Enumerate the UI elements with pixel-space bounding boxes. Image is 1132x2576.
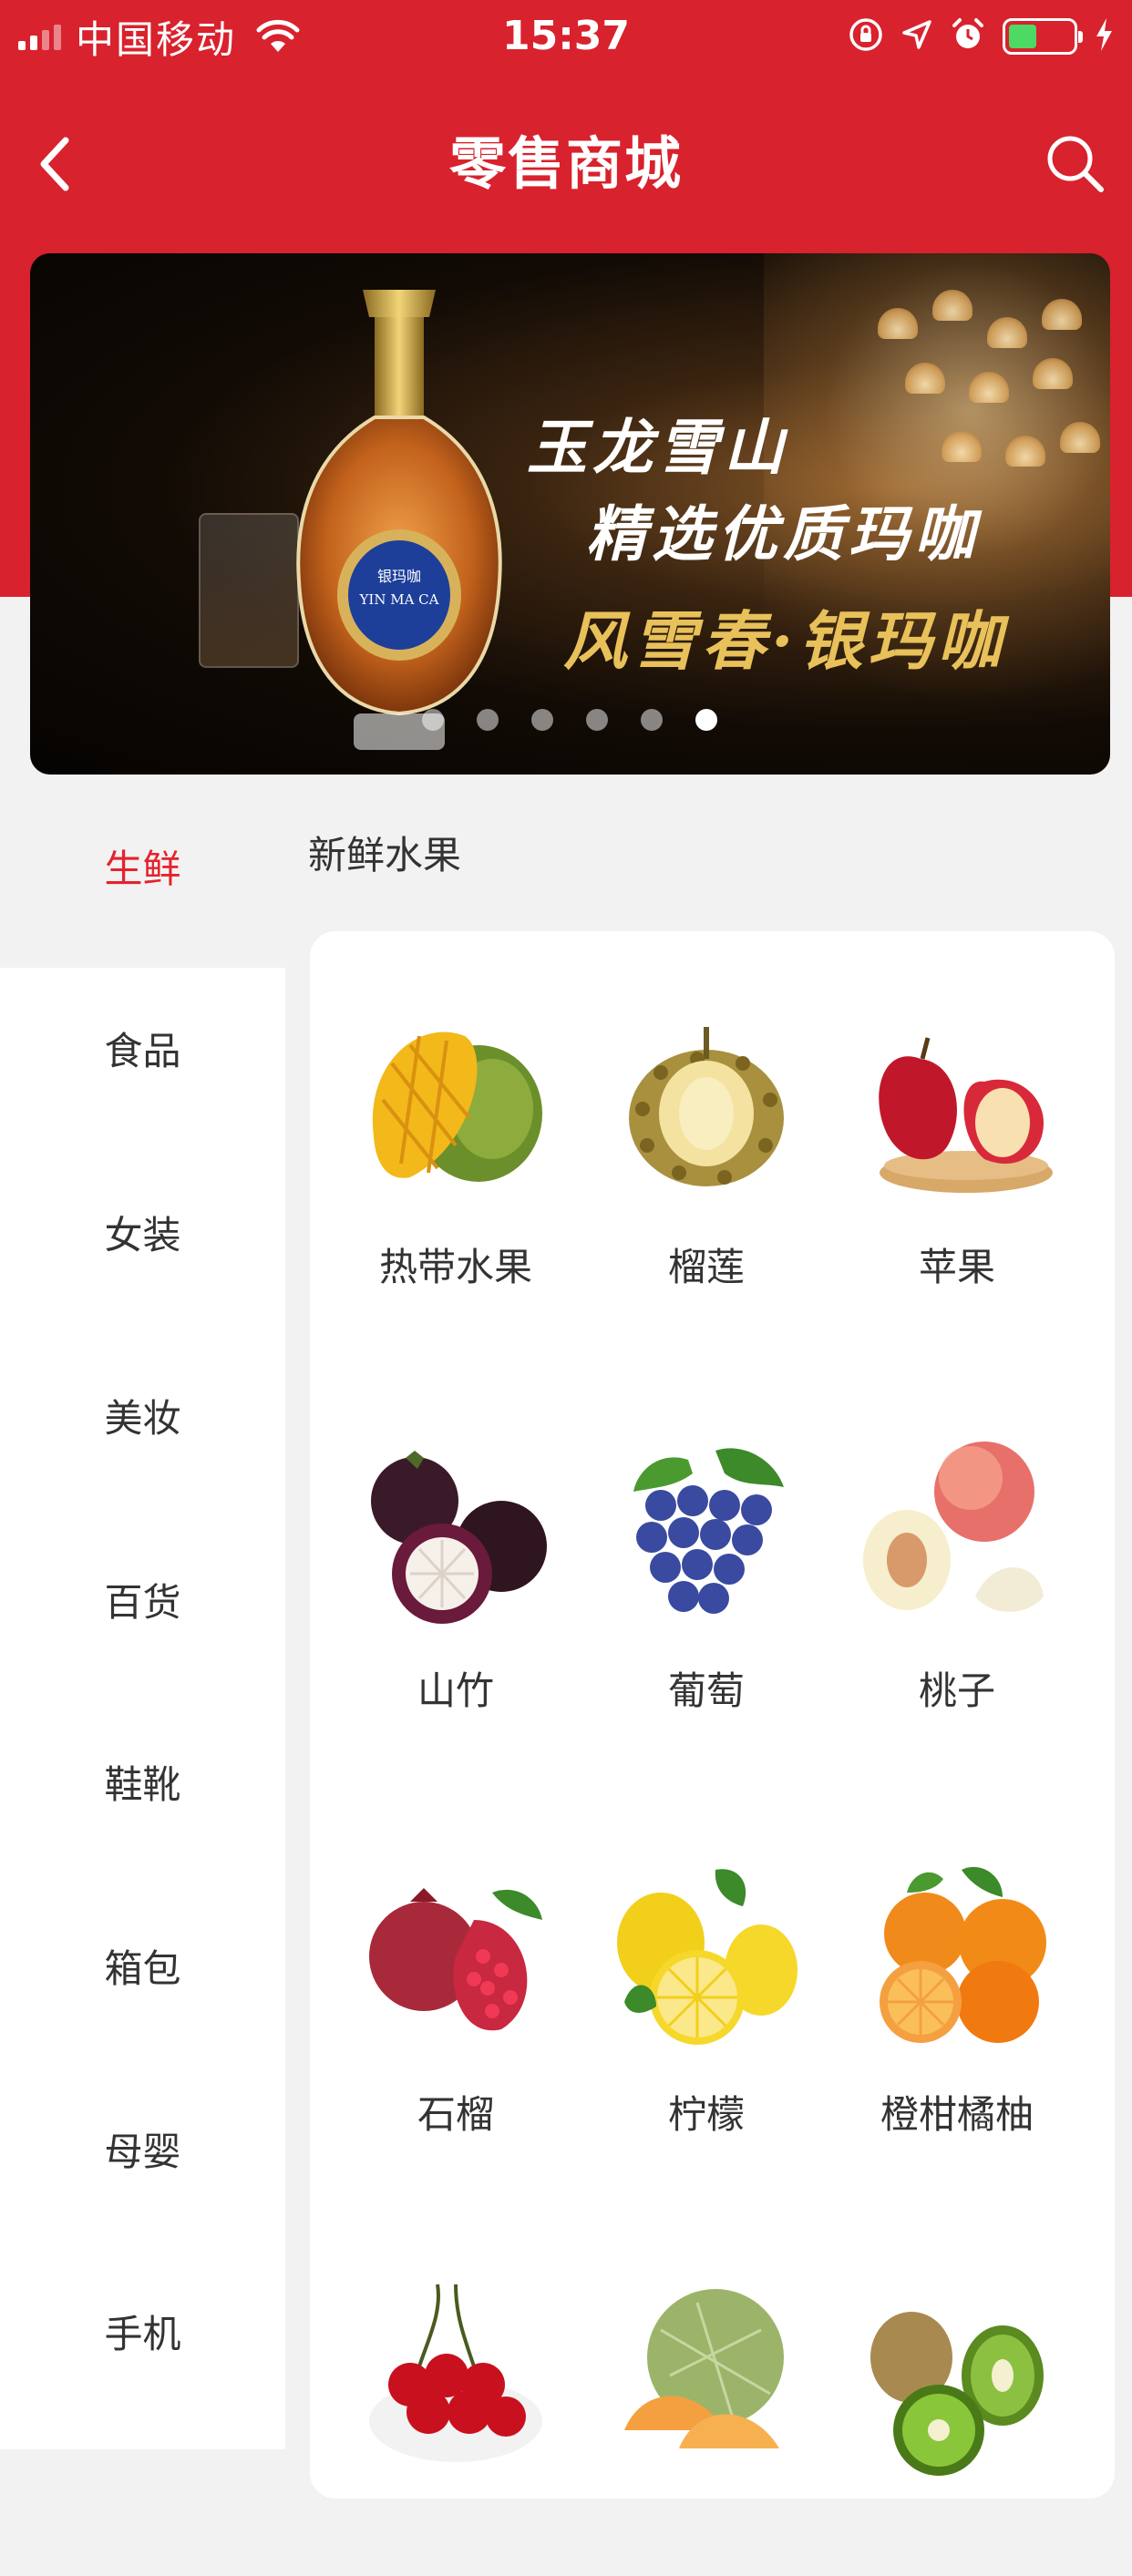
lemon-icon [617, 1869, 798, 2045]
product-label: 苹果 [918, 1245, 995, 1289]
carousel-dot[interactable] [531, 709, 553, 731]
carousel-dot[interactable] [641, 709, 663, 731]
page-title: 零售商城 [448, 130, 683, 197]
peach-icon [863, 1442, 1044, 1612]
mango-icon [372, 1031, 542, 1182]
apple-icon [879, 1037, 1053, 1193]
carousel-dot[interactable] [477, 709, 499, 731]
product-label: 热带水果 [378, 1245, 532, 1289]
sidebar-item-label: 食品 [104, 1029, 181, 1073]
banner-headline-1: 玉龙雪山 [527, 412, 789, 483]
product-cherry[interactable] [337, 2275, 574, 2576]
rotation-lock-icon [848, 16, 884, 56]
carousel-dot-active[interactable] [695, 709, 717, 731]
product-tropical-fruit[interactable]: 热带水果 [337, 1009, 574, 1309]
sidebar-item-beauty[interactable]: 美妆 [0, 1388, 285, 1570]
product-label: 石榴 [417, 2092, 494, 2137]
sidebar-item-label: 生鲜 [104, 847, 181, 891]
sidebar-item-phones[interactable]: 手机 [0, 2304, 285, 2486]
status-bar: 中国移动 15:37 [0, 0, 1132, 73]
carousel-dot[interactable] [422, 709, 444, 731]
durian-icon [629, 1027, 784, 1186]
kiwi-icon [870, 2312, 1044, 2476]
sidebar-item-label: 女装 [104, 1213, 181, 1257]
product-pomegranate[interactable]: 石榴 [337, 1856, 574, 2157]
banner-headline-2: 精选优质玛咖 [586, 498, 980, 570]
product-grid: 热带水果 榴莲 苹果 山竹 葡萄 桃子 石榴 柠檬 橙柑橘柚 [310, 931, 1115, 2499]
product-grape[interactable]: 葡萄 [588, 1432, 825, 1733]
location-arrow-icon [900, 18, 933, 55]
product-melon[interactable] [588, 2275, 825, 2576]
product-durian[interactable]: 榴莲 [588, 1009, 825, 1309]
sidebar-item-label: 手机 [104, 2312, 181, 2356]
sidebar-item-fresh[interactable]: 生鲜 [0, 838, 285, 1021]
search-button[interactable] [1034, 122, 1116, 204]
charging-icon [1094, 16, 1114, 56]
pomegranate-icon [369, 1888, 542, 2031]
sidebar-item-label: 百货 [104, 1580, 181, 1625]
cherry-icon [369, 2284, 542, 2462]
product-label: 葡萄 [667, 1668, 745, 1713]
alarm-icon [950, 16, 986, 56]
sidebar-item-baby[interactable]: 母婴 [0, 2121, 285, 2304]
carousel-dot[interactable] [586, 709, 608, 731]
sidebar-item-label: 美妆 [104, 1396, 181, 1441]
bottle-label-text: YIN MA CA [359, 591, 439, 608]
carousel-indicator [422, 709, 717, 731]
section-title: 新鲜水果 [308, 833, 462, 877]
search-icon [1047, 136, 1104, 192]
product-lemon[interactable]: 柠檬 [588, 1856, 825, 2157]
sidebar-item-general[interactable]: 百货 [0, 1572, 285, 1754]
sidebar-item-label: 母婴 [104, 2130, 181, 2174]
product-mangosteen[interactable]: 山竹 [337, 1432, 574, 1733]
product-citrus[interactable]: 橙柑橘柚 [839, 1856, 1075, 2157]
grape-icon [633, 1448, 784, 1614]
product-label: 山竹 [417, 1668, 494, 1713]
category-sidebar: 生鲜 食品 女装 美妆 百货 鞋靴 箱包 母婴 手机 [0, 775, 285, 2449]
promo-banner[interactable]: 银玛咖 YIN MA CA 玉龙雪山 精选优质玛咖 风雪春·银玛咖 [30, 253, 1110, 775]
product-apple[interactable]: 苹果 [839, 1009, 1075, 1309]
orange-icon [880, 1866, 1046, 2043]
mangosteen-icon [371, 1451, 547, 1624]
product-peach[interactable]: 桃子 [839, 1432, 1075, 1733]
product-kiwi[interactable] [839, 2275, 1075, 2576]
sidebar-item-shoes[interactable]: 鞋靴 [0, 1754, 285, 1936]
product-label: 柠檬 [667, 2092, 745, 2137]
sidebar-item-womens-wear[interactable]: 女装 [0, 1205, 285, 1387]
melon-icon [624, 2289, 784, 2448]
navigation-bar: 零售商城 [0, 91, 1132, 237]
banner-headline-3: 风雪春·银玛咖 [563, 603, 1007, 679]
sidebar-item-food[interactable]: 食品 [0, 1021, 285, 1203]
battery-icon [1003, 18, 1083, 55]
product-label: 桃子 [918, 1668, 995, 1713]
sidebar-item-bags[interactable]: 箱包 [0, 1938, 285, 2120]
product-label: 榴莲 [667, 1245, 745, 1289]
sidebar-item-label: 箱包 [104, 1946, 181, 1991]
product-label: 橙柑橘柚 [880, 2092, 1034, 2137]
sidebar-item-label: 鞋靴 [104, 1762, 181, 1807]
liquor-bottle-image: 银玛咖 YIN MA CA [296, 290, 502, 750]
bottle-brand-text: 银玛咖 [377, 568, 421, 585]
